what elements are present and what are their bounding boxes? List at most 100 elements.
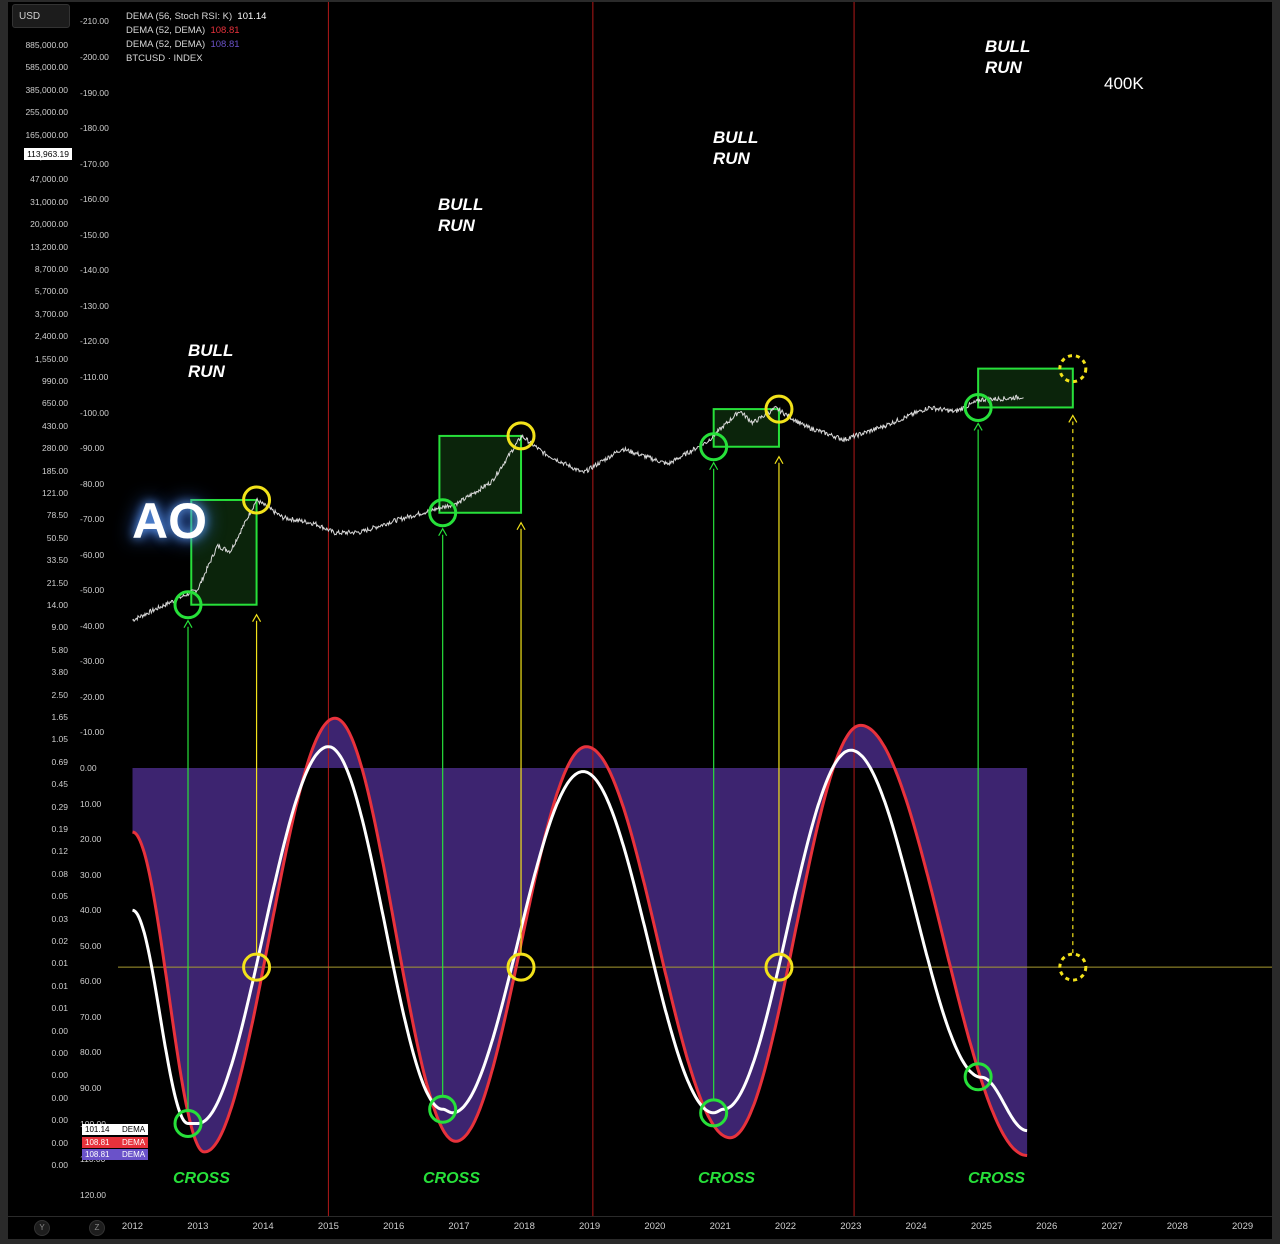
oscillator-tick-label: -100.00	[80, 407, 109, 418]
oscillator-tick-label: 40.00	[80, 905, 102, 916]
legend-row-dema-red: DEMA (52, DEMA) 108.81	[126, 25, 240, 36]
year-tick-label: 2023	[840, 1221, 862, 1232]
oscillator-tick-label: -80.00	[80, 478, 105, 489]
chart-canvas	[118, 2, 1272, 1216]
price-tick-label: 1.65	[51, 712, 68, 722]
oscillator-tick-label: 0.00	[80, 763, 97, 773]
oscillator-tick-label: 10.00	[80, 798, 102, 809]
price-tick-label: 0.00	[51, 1048, 68, 1058]
cross-arrow-1-head	[183, 619, 193, 628]
oscillator-axis[interactable]: -210.00 -200.00 -190.00 -180.00 -170.00 -160.…	[76, 2, 118, 1216]
price-tick-label: 2,400.00	[34, 331, 68, 342]
cross-arrow-4-head	[973, 422, 983, 431]
price-tick-label: 20,000.00	[30, 219, 68, 230]
price-tick-label: 255,000.00	[25, 107, 68, 118]
year-tick-label: 2016	[383, 1221, 405, 1232]
year-tick-label: 2013	[187, 1221, 209, 1232]
oscillator-tick-label: 60.00	[80, 976, 102, 987]
peak-arrow-1-head	[252, 613, 262, 622]
oscillator-tick-label: -110.00	[80, 371, 109, 382]
price-tick-label: 990.00	[42, 376, 68, 386]
oscillator-value-tag: 108.81 DEMA	[82, 1149, 148, 1160]
price-tick-label: 650.00	[42, 398, 68, 409]
oscillator-tick-label: -10.00	[80, 727, 105, 738]
oscillator-value-tag: 101.14 DEMA	[82, 1124, 148, 1135]
price-tick-label: 33.50	[46, 555, 68, 566]
price-tick-label: 185.00	[42, 465, 68, 476]
year-tick-label: 2029	[1232, 1221, 1254, 1232]
price-tick-label: 0.01	[51, 958, 68, 969]
ao-label: AO	[132, 493, 207, 549]
cross-label-4: CROSS	[968, 1170, 1025, 1187]
price-tick-label: 3.80	[51, 667, 68, 678]
price-tick-label: 0.00	[51, 1025, 68, 1036]
year-tick-label: 2014	[252, 1221, 274, 1232]
year-tick-label: 2027	[1101, 1221, 1123, 1232]
oscillator-tick-label: -160.00	[80, 194, 109, 205]
z-axis-button[interactable]: Z	[89, 1220, 105, 1236]
legend-row-symbol: BTCUSD · INDEX	[126, 53, 203, 64]
oscillator-tick-label: -60.00	[80, 549, 105, 560]
oscillator-tick-label: -170.00	[80, 158, 109, 169]
oscillator-tick-label: -200.00	[80, 52, 109, 62]
year-tick-label: 2022	[774, 1221, 797, 1232]
oscillator-tick-label: 20.00	[80, 834, 102, 845]
oscillator-tick-label: -90.00	[80, 443, 105, 454]
price-tick-label: 0.29	[51, 801, 68, 812]
price-tick-label: 121.00	[42, 488, 68, 498]
oscillator-tick-label: -20.00	[80, 691, 105, 702]
price-tick-label: 21.50	[46, 577, 68, 588]
price-tick-label: 0.12	[51, 846, 68, 857]
year-tick-label: 2020	[644, 1221, 666, 1232]
year-tick-label: 2025	[970, 1221, 992, 1232]
oscillator-tick-label: -140.00	[80, 265, 109, 276]
price-tick-label: 0.45	[51, 779, 68, 790]
price-tick-label: 78.50	[46, 510, 68, 521]
oscillator-tick-label: -40.00	[80, 620, 105, 631]
price-tick-label: 0.00	[51, 1070, 68, 1081]
price-tick-label: 5,700.00	[34, 286, 68, 297]
price-tick-label: 47,000.00	[30, 174, 68, 185]
price-tick-label: 0.19	[51, 824, 68, 834]
price-tick-label: 2.50	[51, 689, 68, 700]
oscillator-tick-label: 50.00	[80, 940, 102, 951]
year-tick-label: 2017	[448, 1221, 470, 1232]
peak-arrow-2-head	[516, 521, 526, 531]
price-tick-label: 14.00	[46, 600, 68, 610]
cross-arrow-2-head	[438, 527, 448, 537]
price-tick-label: 1,550.00	[34, 353, 68, 364]
time-axis[interactable]: Y Z 2012 2013 2014 2015 2016 2017 2018 2019 2020…	[8, 1216, 1272, 1239]
bull-run-label-1: BULL RUN	[188, 341, 234, 381]
price-tick-label: 385,000.00	[25, 84, 68, 95]
price-tick-label: 9.00	[51, 622, 68, 633]
price-tick-label: 0.69	[51, 756, 68, 767]
price-tick-label: 1.05	[51, 734, 68, 745]
legend-row-stoch: DEMA (56, Stoch RSI: K) 101.14	[126, 11, 267, 22]
price-tick-label: 280.00	[42, 443, 68, 454]
cross-label-1: CROSS	[173, 1170, 230, 1187]
oscillator-tick-label: 70.00	[80, 1011, 102, 1022]
price-tick-label: 5.80	[51, 644, 68, 655]
oscillator-tick-label: 80.00	[80, 1047, 102, 1058]
oscillator-tick-label: -180.00	[80, 123, 109, 134]
peak-arrow-3-head	[774, 455, 784, 465]
year-tick-label: 2019	[579, 1221, 601, 1232]
bull-run-label-4: BULL RUN	[985, 37, 1031, 77]
price-tick-label: 0.02	[51, 936, 68, 946]
cross-arrow-3-head	[709, 461, 719, 471]
plot-area[interactable]: DEMA (56, Stoch RSI: K) 101.14 DEMA (52,…	[118, 2, 1272, 1216]
price-tick-label: 0.00	[51, 1160, 68, 1170]
price-tick-label: 50.50	[46, 532, 68, 543]
current-price-tag: 113,963.19	[24, 148, 72, 160]
cross-label-3: CROSS	[698, 1170, 755, 1187]
price-tick-label: 585,000.00	[25, 62, 68, 73]
oscillator-tick-label: 120.00	[80, 1189, 106, 1200]
oscillator-value-tag: 108.81 DEMA	[82, 1136, 148, 1148]
currency-selector[interactable]: USD	[12, 4, 70, 28]
price-axis[interactable]: USD 885,000.00 585,000.00 385,000.00 255,00…	[8, 2, 76, 1216]
price-tick-label: 0.01	[51, 980, 68, 991]
price-tick-label: 0.03	[51, 913, 68, 924]
y-axis-button[interactable]: Y	[34, 1220, 50, 1236]
oscillator-tick-label: -190.00	[80, 87, 109, 98]
indicator-legend: DEMA (56, Stoch RSI: K) 101.14 DEMA (52,…	[126, 10, 266, 66]
